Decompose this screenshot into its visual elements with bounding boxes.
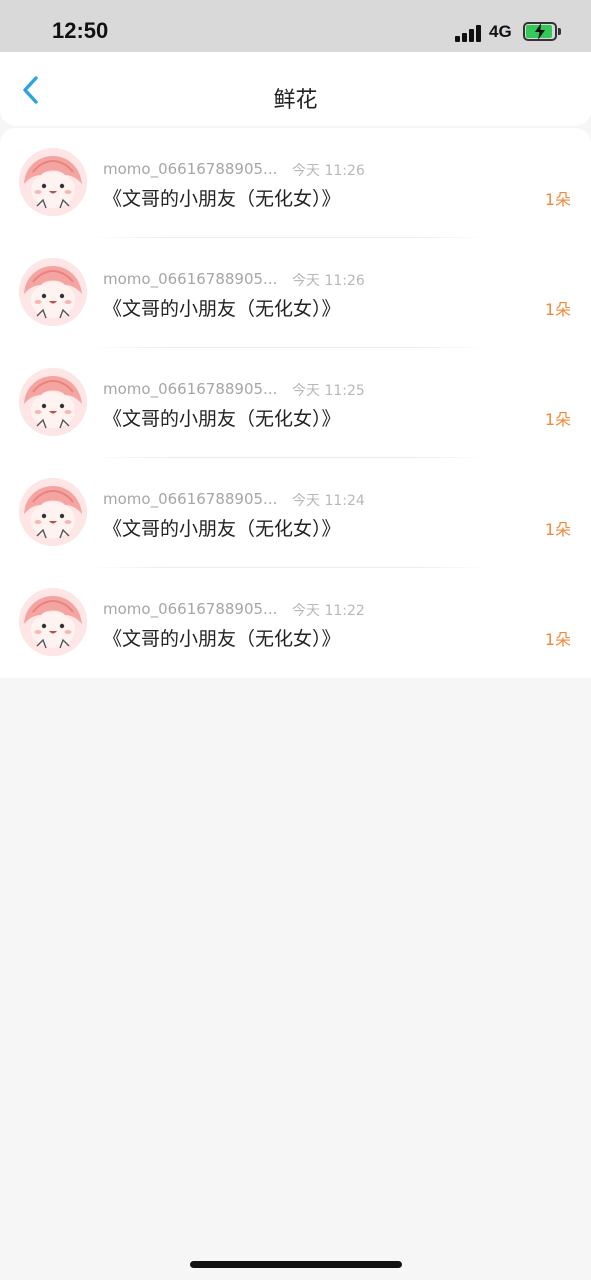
flower-count: 1朵 — [544, 410, 571, 429]
gift-message: 《文哥的小朋友（无化女）》 — [103, 298, 341, 320]
gift-time: 今天 11:25 — [292, 383, 365, 399]
list-item[interactable]: momo_06616788905... 今天 11:26 《文哥的小朋友（无化女… — [0, 128, 591, 238]
avatar[interactable] — [19, 258, 87, 326]
avatar[interactable] — [19, 478, 87, 546]
flower-count: 1朵 — [544, 300, 571, 319]
cartoon-avatar-icon — [19, 258, 87, 326]
flower-count: 1朵 — [544, 520, 571, 539]
signal-icon — [455, 24, 483, 42]
gift-time: 今天 11:26 — [292, 273, 365, 289]
sender-username: momo_06616788905... — [103, 270, 278, 288]
cartoon-avatar-icon — [19, 588, 87, 656]
list-item[interactable]: momo_06616788905... 今天 11:24 《文哥的小朋友（无化女… — [0, 458, 591, 568]
avatar[interactable] — [19, 148, 87, 216]
list-item[interactable]: momo_06616788905... 今天 11:22 《文哥的小朋友（无化女… — [0, 568, 591, 678]
flower-count: 1朵 — [544, 190, 571, 209]
sender-username: momo_06616788905... — [103, 490, 278, 508]
home-indicator[interactable] — [190, 1261, 402, 1268]
gift-message: 《文哥的小朋友（无化女）》 — [103, 628, 341, 650]
list-item[interactable]: momo_06616788905... 今天 11:25 《文哥的小朋友（无化女… — [0, 348, 591, 458]
page-title: 鲜花 — [273, 88, 318, 113]
network-type: 4G — [489, 22, 512, 41]
cartoon-avatar-icon — [19, 478, 87, 546]
avatar[interactable] — [19, 588, 87, 656]
flower-count: 1朵 — [544, 630, 571, 649]
sender-username: momo_06616788905... — [103, 600, 278, 618]
gift-list: momo_06616788905... 今天 11:26 《文哥的小朋友（无化女… — [0, 128, 591, 678]
gift-list-screen: 12:50 4G 鲜花 momo_06616788905... 今天 11:26… — [0, 0, 591, 1280]
gift-time: 今天 11:26 — [292, 163, 365, 179]
gift-message: 《文哥的小朋友（无化女）》 — [103, 518, 341, 540]
status-bar: 12:50 4G — [0, 0, 591, 52]
gift-time: 今天 11:22 — [292, 603, 365, 619]
sender-username: momo_06616788905... — [103, 380, 278, 398]
gift-time: 今天 11:24 — [292, 493, 365, 509]
gift-message: 《文哥的小朋友（无化女）》 — [103, 188, 341, 210]
charging-bolt-icon — [535, 23, 545, 40]
list-item[interactable]: momo_06616788905... 今天 11:26 《文哥的小朋友（无化女… — [0, 238, 591, 348]
cartoon-avatar-icon — [19, 368, 87, 436]
status-time: 12:50 — [52, 18, 109, 43]
gift-message: 《文哥的小朋友（无化女）》 — [103, 408, 341, 430]
cartoon-avatar-icon — [19, 148, 87, 216]
avatar[interactable] — [19, 368, 87, 436]
sender-username: momo_06616788905... — [103, 160, 278, 178]
nav-bar: 鲜花 — [0, 52, 591, 126]
battery-cap — [558, 28, 561, 35]
